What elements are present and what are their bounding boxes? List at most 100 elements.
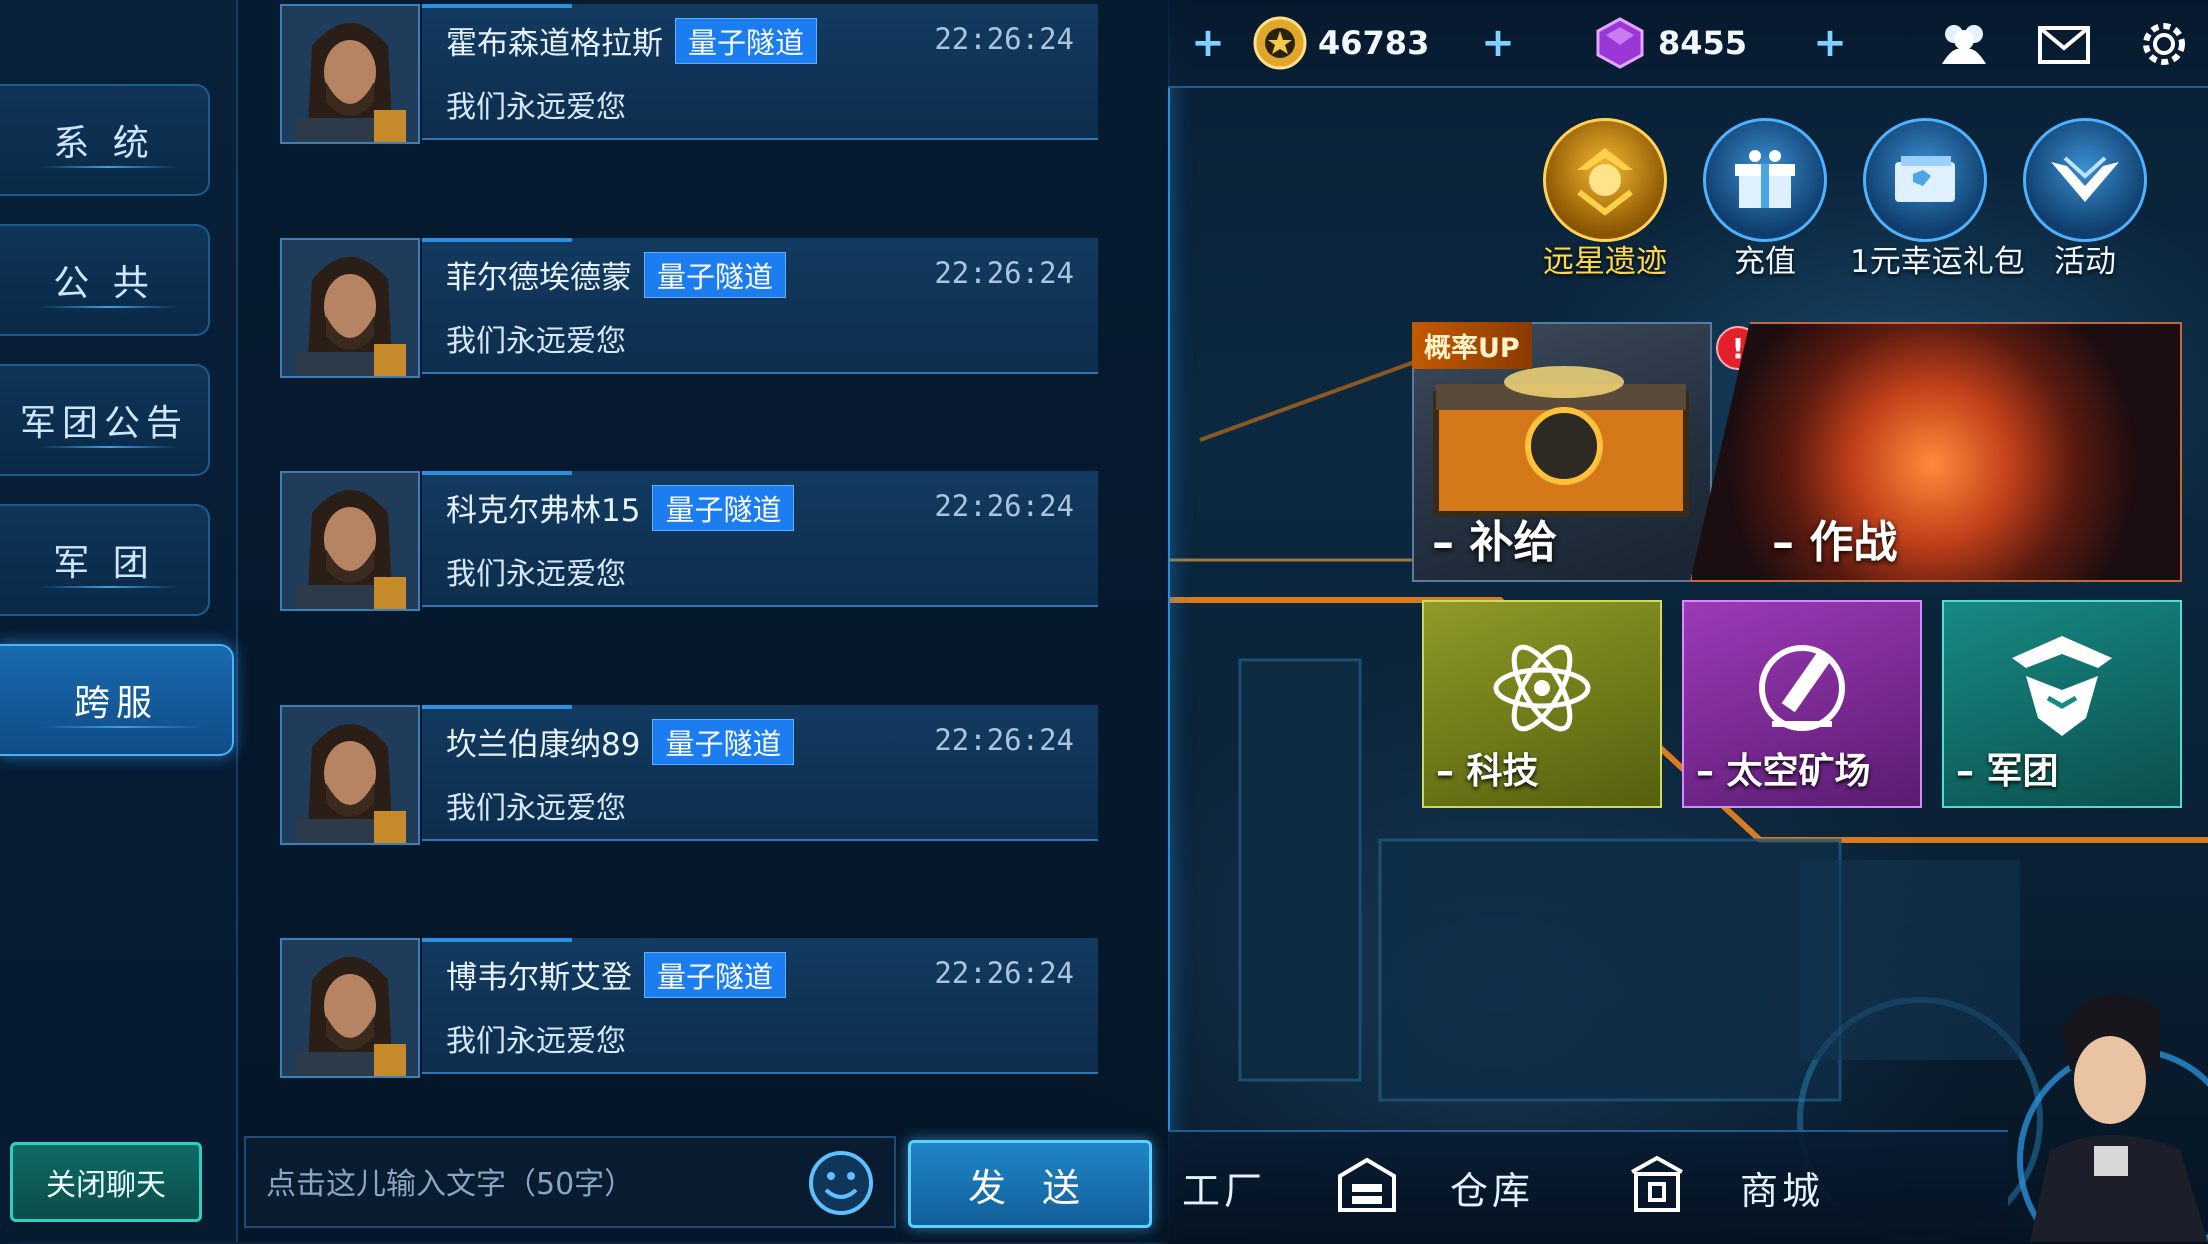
gold-amount: 46783 [1318, 24, 1430, 62]
mail-icon[interactable] [2034, 14, 2094, 74]
message-bubble: 霍布森道格拉斯 量子隧道 22:26:24 我们永远爱您 [422, 4, 1098, 140]
gift-box [1735, 150, 1795, 208]
message-text: 我们永远爱您 [446, 1024, 626, 1059]
drill-icon [1759, 645, 1845, 731]
crystal-icon [1596, 17, 1644, 69]
sender-name[interactable]: 菲尔德埃德蒙 [446, 260, 632, 296]
warehouse-icon [1338, 1157, 1396, 1212]
server-badge: 量子隧道 [644, 252, 787, 298]
send-button[interactable]: 发 送 [908, 1140, 1152, 1228]
message-time: 22:26:24 [934, 723, 1074, 757]
gold-resource: 46783 [1252, 14, 1429, 72]
message-text: 我们永远爱您 [446, 557, 626, 592]
battle-banner[interactable]: – 作战 [1690, 322, 2182, 582]
chat-channel-sidebar: 系 统 公 共 军团公告 军 团 跨服 关闭聊天 [0, 0, 238, 1242]
chat-input-box [244, 1136, 896, 1228]
friends-icon[interactable] [1934, 14, 1994, 74]
message-text: 我们永远爱您 [446, 324, 626, 359]
legion-label: – 军团 [1956, 751, 2059, 792]
chat-panel: 系 统 公 共 军团公告 军 团 跨服 关闭聊天 霍布森道格拉斯 量子隧道 22:… [0, 0, 1170, 1242]
atom-icon [1493, 644, 1591, 732]
feature-recharge[interactable]: 充值 [1690, 118, 1840, 281]
tech-tile[interactable]: – 科技 [1422, 600, 1662, 808]
supply-label: – 补给 [1432, 517, 1558, 568]
feature-relic[interactable]: 远星遗迹 [1530, 118, 1680, 281]
shop-icon [1631, 1155, 1683, 1212]
chat-message: 菲尔德埃德蒙 量子隧道 22:26:24 我们永远爱您 [280, 238, 1098, 378]
legion-crest-icon [2012, 636, 2112, 736]
commander-portrait[interactable] [1990, 960, 2208, 1242]
tab-legion-notice[interactable]: 军团公告 [0, 364, 210, 476]
nav-factory[interactable]: 工厂 [1182, 1160, 1266, 1215]
resource-bar: + 46783 + 8455 + [1168, 0, 2208, 88]
space-mine-label: – 太空矿场 [1696, 751, 1871, 792]
sender-line: 博韦尔斯艾登 量子隧道 [446, 952, 787, 998]
server-badge: 量子隧道 [644, 952, 787, 998]
sender-line: 科克尔弗林15 量子隧道 [446, 485, 795, 531]
nav-warehouse[interactable]: 仓库 [1450, 1160, 1534, 1215]
winged-v-emblem [2051, 156, 2119, 202]
message-bubble: 博韦尔斯艾登 量子隧道 22:26:24 我们永远爱您 [422, 938, 1098, 1074]
gift-icon [1703, 118, 1827, 242]
server-badge: 量子隧道 [652, 719, 795, 765]
feature-label: 充值 [1734, 244, 1796, 280]
bearded-soldier-portrait [282, 6, 418, 142]
card-stack [1895, 156, 1955, 202]
sender-name[interactable]: 博韦尔斯艾登 [446, 960, 632, 996]
feature-events[interactable]: 活动 [2010, 118, 2160, 281]
gold-coin-icon [1253, 16, 1307, 70]
wings-icon [2023, 118, 2147, 242]
tab-cross-server[interactable]: 跨服 [0, 644, 234, 756]
avatar[interactable] [280, 471, 420, 611]
chat-message: 坎兰伯康纳89 量子隧道 22:26:24 我们永远爱您 [280, 705, 1098, 845]
chat-message: 博韦尔斯艾登 量子隧道 22:26:24 我们永远爱您 [280, 938, 1098, 1078]
message-text: 我们永远爱您 [446, 791, 626, 826]
close-chat-button[interactable]: 关闭聊天 [10, 1142, 202, 1222]
feature-lucky-pack[interactable]: 1元幸运礼包 [1850, 118, 2025, 281]
bearded-soldier-portrait [282, 940, 418, 1076]
sender-name[interactable]: 坎兰伯康纳89 [446, 727, 640, 763]
tech-label: – 科技 [1436, 751, 1539, 792]
sender-name[interactable]: 霍布森道格拉斯 [446, 26, 663, 62]
feature-label: 远星遗迹 [1543, 244, 1667, 280]
crystal-amount: 8455 [1658, 24, 1748, 62]
feature-label: 活动 [2054, 244, 2116, 280]
space-mine-tile[interactable]: – 太空矿场 [1682, 600, 1922, 808]
avatar[interactable] [280, 4, 420, 144]
server-badge: 量子隧道 [652, 485, 795, 531]
chat-message: 霍布森道格拉斯 量子隧道 22:26:24 我们永远爱您 [280, 4, 1098, 144]
sender-line: 霍布森道格拉斯 量子隧道 [446, 18, 818, 64]
message-text: 我们永远爱您 [446, 90, 626, 125]
card-pack-icon [1863, 118, 1987, 242]
gear-icon[interactable] [2134, 14, 2194, 74]
probability-up-tag: 概率UP [1412, 322, 1532, 369]
chat-input[interactable] [264, 1156, 788, 1212]
avatar[interactable] [280, 938, 420, 1078]
message-time: 22:26:24 [934, 489, 1074, 523]
tab-legion[interactable]: 军 团 [0, 504, 210, 616]
nav-shop[interactable]: 商城 [1740, 1160, 1824, 1215]
crystal-resource: 8455 [1592, 14, 1747, 72]
bearded-soldier-portrait [282, 240, 418, 376]
server-badge: 量子隧道 [675, 18, 818, 64]
message-bubble: 菲尔德埃德蒙 量子隧道 22:26:24 我们永远爱您 [422, 238, 1098, 374]
chat-message: 科克尔弗林15 量子隧道 22:26:24 我们永远爱您 [280, 471, 1098, 611]
message-time: 22:26:24 [934, 22, 1074, 56]
sender-line: 坎兰伯康纳89 量子隧道 [446, 719, 795, 765]
feature-label: 1元幸运礼包 [1850, 244, 2025, 280]
message-bubble: 坎兰伯康纳89 量子隧道 22:26:24 我们永远爱您 [422, 705, 1098, 841]
add-crystal-button[interactable]: + [1790, 12, 1870, 74]
sender-name[interactable]: 科克尔弗林15 [446, 493, 640, 529]
relic-emblem [1577, 148, 1633, 216]
bearded-soldier-portrait [282, 707, 418, 843]
emoji-icon[interactable] [806, 1148, 876, 1218]
add-button[interactable]: + [1168, 12, 1248, 74]
sender-line: 菲尔德埃德蒙 量子隧道 [446, 252, 787, 298]
tab-public[interactable]: 公 共 [0, 224, 210, 336]
battle-label: – 作战 [1772, 517, 1898, 568]
avatar[interactable] [280, 705, 420, 845]
avatar[interactable] [280, 238, 420, 378]
add-gold-button[interactable]: + [1458, 12, 1538, 74]
legion-tile[interactable]: – 军团 [1942, 600, 2182, 808]
tab-system[interactable]: 系 统 [0, 84, 210, 196]
